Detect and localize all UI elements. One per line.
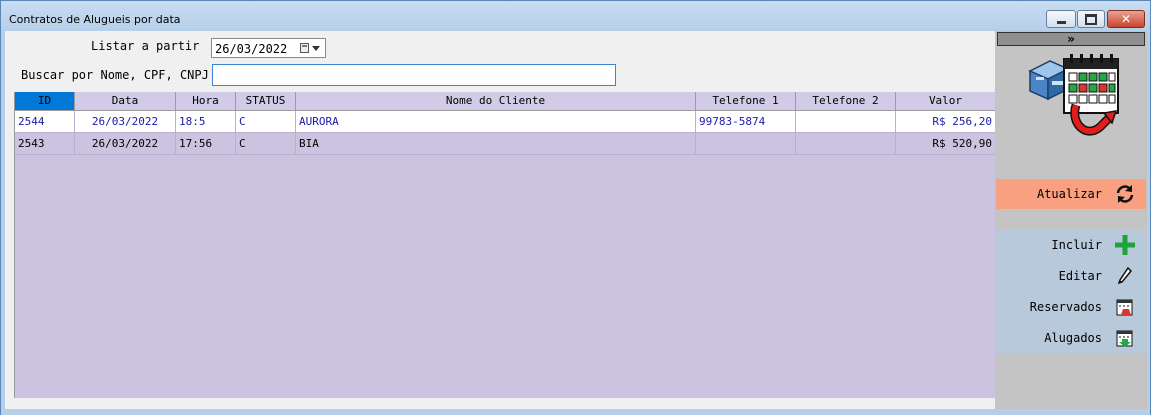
- column-header-status[interactable]: STATUS: [236, 92, 296, 110]
- calendar-rented-icon: [1114, 327, 1136, 349]
- cell-telefone2: [796, 111, 896, 132]
- include-button[interactable]: Incluir: [996, 229, 1146, 259]
- column-header-cliente[interactable]: Nome do Cliente: [296, 92, 696, 110]
- search-input[interactable]: [212, 64, 616, 86]
- cell-telefone1: 99783-5874: [696, 111, 796, 132]
- plus-icon: [1114, 234, 1136, 256]
- reserved-label: Reservados: [1029, 300, 1102, 314]
- cell-data: 26/03/2022: [75, 133, 176, 154]
- close-button[interactable]: ✕: [1107, 10, 1145, 28]
- maximize-icon: [1085, 13, 1097, 25]
- cell-valor: R$ 256,20: [896, 111, 996, 132]
- window-bottom-border: [1, 409, 1150, 415]
- edit-label: Editar: [1058, 269, 1102, 283]
- double-chevron-icon: »: [1067, 32, 1075, 46]
- pencil-icon: [1114, 265, 1136, 287]
- reserved-button[interactable]: Reservados: [996, 291, 1146, 321]
- cell-cliente: BIA: [296, 133, 696, 154]
- client-area: Listar a partir 26/03/2022 Buscar por No…: [5, 31, 1147, 409]
- search-label: Buscar por Nome, CPF, CNPJ: [21, 68, 209, 82]
- refresh-icon: [1116, 185, 1134, 203]
- window: Contratos de Alugueis por data ✕ Listar …: [0, 0, 1151, 415]
- edit-button[interactable]: Editar: [996, 260, 1146, 290]
- collapse-button[interactable]: »: [997, 32, 1145, 46]
- refresh-button[interactable]: Atualizar: [996, 179, 1146, 209]
- contracts-table: ID Data Hora STATUS Nome do Cliente Tele…: [14, 92, 996, 398]
- rented-label: Alugados: [1044, 331, 1102, 345]
- column-header-id[interactable]: ID: [15, 92, 75, 110]
- actions-panel: Incluir Editar Reservados Alugados: [996, 229, 1146, 353]
- table-row[interactable]: 2544 26/03/2022 18:5 C AURORA 99783-5874…: [15, 111, 996, 133]
- minimize-button[interactable]: [1046, 10, 1076, 28]
- date-value: 26/03/2022: [215, 42, 288, 56]
- column-header-valor[interactable]: Valor: [896, 92, 996, 110]
- cell-cliente: AURORA: [296, 111, 696, 132]
- window-title: Contratos de Alugueis por data: [9, 13, 181, 26]
- calendar-icon[interactable]: [300, 43, 309, 53]
- column-header-data[interactable]: Data: [75, 92, 176, 110]
- column-header-telefone1[interactable]: Telefone 1: [696, 92, 796, 110]
- sidebar: » Atualizar Incluir Editar Reservados Al…: [995, 31, 1147, 409]
- close-icon: ✕: [1120, 12, 1132, 26]
- calendar-reserved-icon: [1114, 296, 1136, 318]
- cell-status: C: [236, 111, 296, 132]
- cell-hora: 18:5: [176, 111, 236, 132]
- cell-id: 2543: [15, 133, 75, 154]
- maximize-button[interactable]: [1077, 10, 1105, 28]
- cell-valor: R$ 520,90: [896, 133, 996, 154]
- cell-status: C: [236, 133, 296, 154]
- cell-data: 26/03/2022: [75, 111, 176, 132]
- column-header-telefone2[interactable]: Telefone 2: [796, 92, 896, 110]
- title-bar[interactable]: Contratos de Alugueis por data ✕: [1, 1, 1150, 31]
- cell-hora: 17:56: [176, 133, 236, 154]
- refresh-label: Atualizar: [1036, 187, 1102, 201]
- rented-button[interactable]: Alugados: [996, 322, 1146, 352]
- chevron-down-icon[interactable]: [312, 46, 320, 51]
- cell-telefone2: [796, 133, 896, 154]
- calendar-logo-icon: [1028, 54, 1119, 136]
- column-header-hora[interactable]: Hora: [176, 92, 236, 110]
- cell-id: 2544: [15, 111, 75, 132]
- include-label: Incluir: [1051, 238, 1102, 252]
- table-row[interactable]: 2543 26/03/2022 17:56 C BIA R$ 520,90: [15, 133, 996, 155]
- cell-telefone1: [696, 133, 796, 154]
- date-picker[interactable]: 26/03/2022: [211, 38, 326, 58]
- list-from-label: Listar a partir: [91, 39, 200, 53]
- table-header: ID Data Hora STATUS Nome do Cliente Tele…: [15, 92, 996, 111]
- minimize-icon: [1056, 20, 1066, 24]
